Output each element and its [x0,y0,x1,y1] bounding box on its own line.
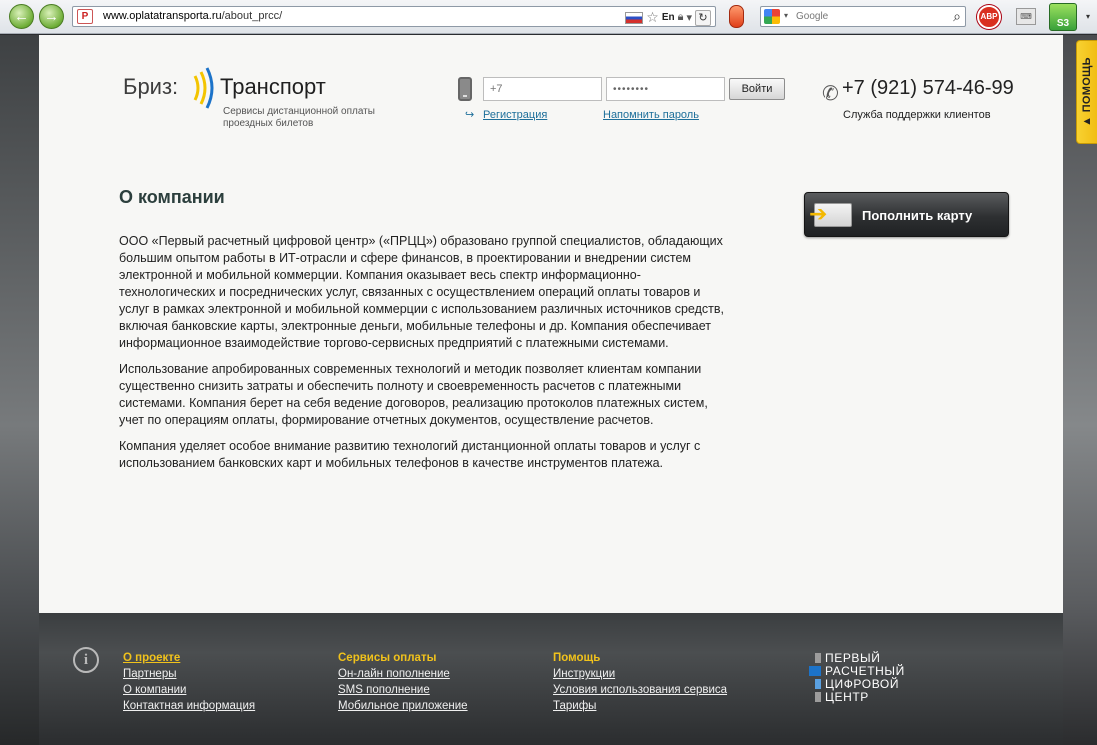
about-paragraph: Использование апробированных современных… [119,362,708,427]
footer-link[interactable]: Инструкции [553,666,727,682]
phone-input[interactable] [483,77,602,101]
site-favicon-icon: P [77,9,93,24]
logo-square-icon [815,691,821,702]
browser-toolbar: ← → P www.oplatatransporta.ru/about_prcc… [0,0,1097,34]
footer-heading-services: Сервисы оплаты [338,652,437,664]
google-icon[interactable] [764,9,780,24]
register-arrow-icon: ↪ [465,109,475,121]
adblock-button[interactable]: ABP [977,5,1001,29]
site-logo[interactable]: Бриз: Транспорт Сервисы дистанционной оп… [123,67,423,137]
toolbar-menu-arrow-icon[interactable]: ▾ [1086,12,1090,21]
back-button[interactable]: ← [9,4,34,29]
address-tools: ☆ En 🔒︎ ▾ ↻ [625,9,711,26]
logo-square-icon [815,678,821,689]
footer-heading-about[interactable]: О проекте [123,652,180,664]
phone-handset-icon: ✆ [822,83,839,105]
search-engine-dropdown-icon[interactable]: ▾ [784,11,788,20]
about-paragraph: Компания уделяет особое внимание развити… [119,439,701,470]
footer-link[interactable]: Тарифы [553,698,727,714]
search-input[interactable]: Google [796,11,828,22]
about-paragraph: ООО «Первый расчетный цифровой центр» («… [119,234,724,350]
search-bar[interactable]: ▾ Google ⌕ [760,6,966,27]
address-url[interactable]: www.oplatatransporta.ru/about_prcc/ [103,10,282,22]
footer-link[interactable]: SMS пополнение [338,682,468,698]
logo-tagline: Сервисы дистанционной оплаты проездных б… [223,106,375,129]
language-indicator[interactable]: En [662,12,675,23]
arrow-left-icon: ← [14,8,29,25]
footer-link[interactable]: О компании [123,682,255,698]
dropdown-arrow-icon[interactable]: ▾ [686,11,692,24]
logo-name-left: Бриз: [123,74,179,99]
prcc-logo-row: ЦИФРОВОЙ [815,677,905,691]
site-footer: i О проекте Партнеры О компании Контактн… [39,613,1063,745]
logo-name-right: Транспорт [220,74,326,99]
login-button[interactable]: Войти [729,78,785,100]
prcc-logo-row: ЦЕНТР [815,690,905,704]
support-phone: +7 (921) 574-46-99 [842,77,1014,99]
arrow-right-icon: ➔ [809,201,828,226]
s3-addon-icon[interactable]: S3 [1049,3,1077,31]
keyboard-icon[interactable]: ⌨ [1016,8,1036,25]
topup-card-label: Пополнить карту [862,208,973,223]
info-icon: i [73,647,99,673]
mobile-phone-icon [458,77,472,101]
footer-link[interactable]: Мобильное приложение [338,698,468,714]
footer-column-about: О проекте Партнеры О компании Контактная… [123,650,255,714]
forward-button[interactable]: → [39,4,64,29]
logo-arcs-icon [193,67,214,109]
address-bar[interactable]: P www.oplatatransporta.ru/about_prcc/ ☆ … [72,6,716,27]
prcc-logo[interactable]: ПЕРВЫЙ РАСЧЕТНЫЙ ЦИФРОВОЙ ЦЕНТР [809,651,905,704]
russia-flag-icon [625,11,644,24]
remind-password-link[interactable]: Напомнить пароль [603,109,699,121]
arrow-right-icon: → [44,8,59,25]
prcc-logo-row: РАСЧЕТНЫЙ [809,664,905,678]
footer-column-services: Сервисы оплаты Он-лайн пополнение SMS по… [338,650,468,714]
footer-link[interactable]: Он-лайн пополнение [338,666,468,682]
footer-link[interactable]: Условия использования сервиса [553,682,727,698]
about-text: ООО «Первый расчетный цифровой центр» («… [119,233,727,481]
page-title: О компании [119,187,225,207]
register-link[interactable]: Регистрация [483,109,547,121]
help-tab-label: ▲ ПОМОЩЬ [1081,57,1093,127]
password-input[interactable] [606,77,725,101]
reload-button[interactable]: ↻ [695,9,711,26]
help-tab[interactable]: ▲ ПОМОЩЬ [1076,40,1097,144]
support-caption: Служба поддержки клиентов [843,109,991,121]
logo-square-icon [815,652,821,663]
url-host: www.oplatatransporta.ru [103,10,222,22]
logo-square-icon [809,665,821,676]
lock-icon: 🔒︎ [677,11,684,23]
background-left-strip [0,35,39,745]
addon-capsule-icon[interactable] [729,5,744,28]
url-path: /about_prcc/ [221,10,283,22]
footer-column-help: Помощь Инструкции Условия использования … [553,650,727,714]
main-page: Бриз: Транспорт Сервисы дистанционной оп… [39,35,1063,613]
footer-heading-help: Помощь [553,652,601,664]
prcc-logo-row: ПЕРВЫЙ [815,651,905,665]
footer-link[interactable]: Партнеры [123,666,255,682]
bookmark-star-icon[interactable]: ☆ [646,9,659,26]
footer-link[interactable]: Контактная информация [123,698,255,714]
search-icon[interactable]: ⌕ [953,8,961,25]
topup-card-button[interactable]: ➔ Пополнить карту [804,192,1009,237]
